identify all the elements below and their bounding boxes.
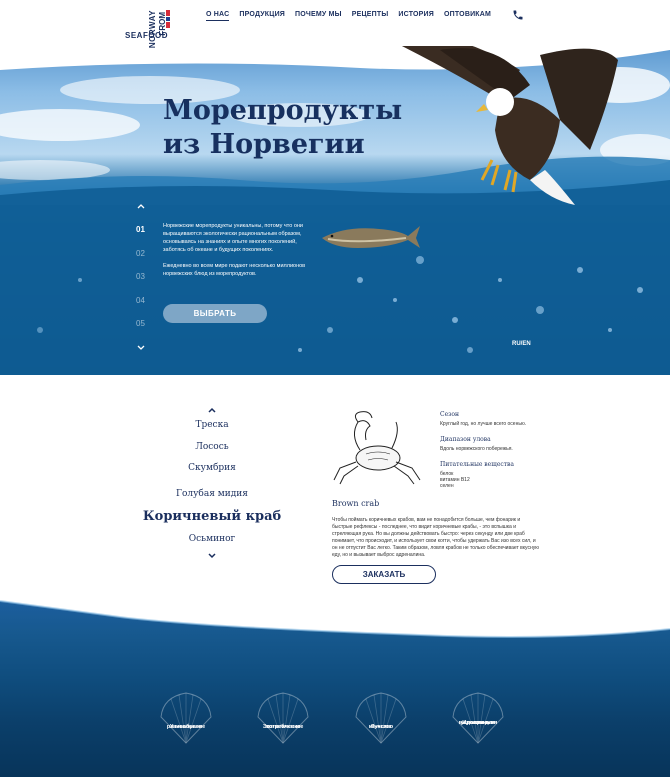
product-name-en: Brown crab	[332, 499, 380, 508]
hero-title-line1: Морепродукты	[163, 95, 403, 126]
feature-label: Идеальные условия для выращивания	[458, 720, 498, 726]
section-wave-edge	[0, 597, 670, 638]
chevron-down-icon[interactable]	[206, 551, 218, 561]
chevron-down-icon[interactable]	[136, 342, 146, 352]
shell-icon	[355, 692, 407, 744]
slide-number-03[interactable]: 03	[136, 271, 156, 295]
product-item-cod[interactable]: Треска	[140, 415, 284, 437]
feature-label: Лучшее качество	[368, 724, 394, 730]
chevron-up-icon[interactable]	[206, 405, 218, 415]
eagle-image	[390, 36, 618, 205]
catch-range-label: Диапазон улова	[440, 436, 491, 443]
chevron-up-icon[interactable]	[136, 202, 146, 212]
slide-number-05[interactable]: 05	[136, 318, 156, 342]
hero-description: Норвежские морепродукты уникальны, потом…	[163, 222, 307, 278]
feature-ideal-conditions: Идеальные условия для выращивания	[447, 689, 509, 745]
order-button[interactable]: ЗАКАЗАТЬ	[332, 565, 436, 584]
nav-about[interactable]: О НАС	[206, 11, 230, 21]
product-item-blue-mussel[interactable]: Голубая мидия	[140, 484, 284, 506]
product-item-mackerel[interactable]: Скумбрия	[140, 458, 284, 480]
seafood-from-norway-logo[interactable]: SEAFOOD NORWAY FROM	[125, 4, 177, 48]
salmon-image	[322, 226, 420, 248]
slide-number-02[interactable]: 02	[136, 248, 156, 272]
hero-title-line2: из Норвегии	[163, 129, 365, 160]
feature-label: Экологическое потребление	[262, 724, 304, 730]
nav-why-us[interactable]: ПОЧЕМУ МЫ	[295, 11, 342, 21]
product-item-octopus[interactable]: Осьминог	[140, 529, 284, 551]
products-section: Треска Лосось Скумбрия Голубая мидия Кор…	[0, 375, 670, 605]
nav-products[interactable]: ПРОДУКЦИЯ	[239, 11, 285, 21]
language-switcher[interactable]: RU/EN	[512, 341, 531, 347]
catch-range-value: Вдоль норвежского побережья.	[440, 446, 513, 452]
main-nav: О НАС ПРОДУКЦИЯ ПОЧЕМУ МЫ РЕЦЕПТЫ ИСТОРИ…	[206, 11, 491, 21]
shell-icon	[160, 692, 212, 744]
feature-label: Уникальное разнообразие	[166, 724, 206, 730]
nutrients-value: белок витамин B12 селен	[440, 471, 560, 489]
features-section: Уникальное разнообразие Экологическое по…	[0, 597, 670, 777]
choose-button[interactable]: ВЫБРАТЬ	[163, 304, 267, 323]
product-item-salmon[interactable]: Лосось	[140, 437, 284, 459]
product-list: Треска Лосось Скумбрия Голубая мидия Кор…	[140, 405, 284, 561]
product-item-brown-crab[interactable]: Коричневый краб	[140, 505, 284, 529]
norway-flag-icon	[166, 10, 170, 28]
feature-unique-variety: Уникальное разнообразие	[155, 689, 217, 745]
nav-wholesale[interactable]: ОПТОВИКАМ	[444, 11, 491, 21]
nav-recipes[interactable]: РЕЦЕПТЫ	[352, 11, 389, 21]
hero-paragraph-2: Ежедневно во всем мире подают несколько …	[163, 263, 306, 277]
slide-number-01[interactable]: 01	[136, 224, 156, 248]
season-label: Сезон	[440, 411, 460, 418]
nav-history[interactable]: ИСТОРИЯ	[398, 11, 434, 21]
nutrients-label: Питательные вещества	[440, 461, 515, 468]
hero-banner: Морепродукты из Норвегии 01 02 03 04 05 …	[0, 30, 670, 375]
hero-title: Морепродукты из Норвегии	[163, 94, 403, 162]
nutrient-selenium: селен	[440, 483, 454, 489]
site-header: SEAFOOD NORWAY FROM О НАС ПРОДУКЦИЯ ПОЧЕ…	[0, 0, 670, 48]
feature-best-quality: Лучшее качество	[350, 689, 412, 745]
hero-paragraph-1: Норвежские морепродукты уникальны, потом…	[163, 223, 304, 253]
season-value: Круглый год, но лучше всего осенью.	[440, 421, 527, 427]
shell-icon	[257, 692, 309, 744]
hero-slider-pagination: 01 02 03 04 05	[136, 202, 156, 352]
slide-number-04[interactable]: 04	[136, 295, 156, 319]
product-description: Чтобы поймать коричневых крабов, вам не …	[332, 517, 540, 558]
logo-norway: NORWAY	[148, 10, 157, 49]
crab-image	[333, 411, 421, 485]
phone-icon[interactable]	[512, 9, 524, 21]
feature-eco-consumption: Экологическое потребление	[252, 689, 314, 745]
product-attributes: Сезон Круглый год, но лучше всего осенью…	[440, 411, 560, 498]
